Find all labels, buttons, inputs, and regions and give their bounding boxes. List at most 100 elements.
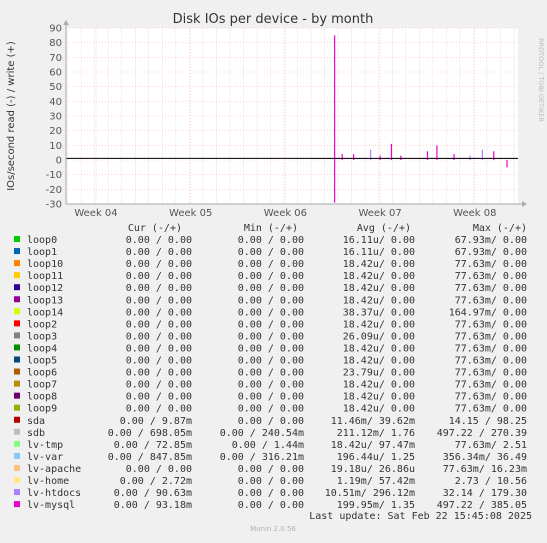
legend-avg: 16.11u/ 0.00	[343, 247, 415, 258]
legend-min: 0.00 / 0.00	[238, 235, 304, 246]
legend-min: 0.00 / 0.00	[238, 283, 304, 294]
legend-name: lv-htdocs	[27, 488, 81, 499]
y-tick-label: 60	[49, 68, 62, 79]
legend-max: 77.63m/ 0.00	[455, 404, 527, 415]
legend-max: 77.63m/ 16.23m	[443, 464, 527, 475]
legend-name: loop12	[27, 283, 63, 294]
legend-swatch	[14, 428, 20, 435]
legend-max: 67.93m/ 0.00	[455, 247, 527, 258]
legend-name: loop5	[27, 356, 57, 367]
legend-min: 0.00 / 0.00	[238, 500, 304, 511]
legend-cur: 0.00 / 0.00	[126, 235, 192, 246]
legend-swatch	[14, 308, 20, 315]
legend-name: loop13	[27, 295, 63, 306]
y-tick-label: 40	[49, 97, 62, 108]
legend-min: 0.00 / 0.00	[238, 488, 304, 499]
y-tick-label: 20	[49, 126, 62, 137]
munin-graph: Disk IOs per device - by month IOs/secon…	[0, 0, 547, 539]
legend-cur: 0.00 / 0.00	[126, 319, 192, 330]
legend-swatch	[14, 320, 20, 327]
legend-max: 77.63m/ 0.00	[455, 392, 527, 403]
header-max: Max (-/+)	[473, 223, 527, 234]
legend-cur: 0.00 / 0.00	[126, 368, 192, 379]
legend-max: 77.63m/ 0.00	[455, 283, 527, 294]
legend-name: lv-tmp	[27, 440, 63, 451]
legend-cur: 0.00 / 0.00	[126, 343, 192, 354]
legend-avg: 18.42u/ 0.00	[343, 356, 415, 367]
y-tick-label: 80	[49, 38, 62, 49]
legend-cur: 0.00 / 0.00	[126, 392, 192, 403]
legend-avg: 18.42u/ 0.00	[343, 271, 415, 282]
legend-avg: 18.42u/ 0.00	[343, 392, 415, 403]
legend-max: 77.63m/ 0.00	[455, 380, 527, 391]
legend-name: loop14	[27, 307, 63, 318]
legend-max: 77.63m/ 0.00	[455, 295, 527, 306]
legend-avg: 18.42u/ 0.00	[343, 404, 415, 415]
legend-min: 0.00 / 0.00	[238, 319, 304, 330]
legend-avg: 211.12m/ 1.76	[337, 428, 415, 439]
legend-max: 77.63m/ 2.51	[455, 440, 527, 451]
legend-swatch	[14, 416, 20, 423]
legend-cur: 0.00 / 0.00	[126, 464, 192, 475]
legend-cur: 0.00 / 90.63m	[114, 488, 192, 499]
legend-avg: 19.18u/ 26.86u	[331, 464, 415, 475]
legend-cur: 0.00 / 698.05m	[108, 428, 192, 439]
legend-name: lv-mysql	[27, 500, 75, 511]
legend-avg: 11.46m/ 39.62m	[331, 416, 415, 427]
legend-name: loop2	[27, 319, 57, 330]
header-cur: Cur (-/+)	[128, 223, 182, 234]
legend-name: loop4	[27, 343, 57, 354]
x-tick-label: Week 06	[264, 208, 307, 219]
legend-swatch	[14, 392, 20, 399]
y-tick-label: 70	[49, 53, 62, 64]
legend-avg: 18.42u/ 0.00	[343, 283, 415, 294]
legend-name: lv-var	[27, 452, 63, 463]
legend-min: 0.00 / 0.00	[238, 247, 304, 258]
legend-swatch	[14, 452, 20, 459]
legend-name: sda	[27, 416, 45, 427]
legend-max: 77.63m/ 0.00	[455, 356, 527, 367]
y-tick-label: 50	[49, 82, 62, 93]
last-update: Last update: Sat Feb 22 15:45:08 2025	[309, 511, 532, 522]
legend-swatch	[14, 296, 20, 303]
y-tick-label: 30	[49, 112, 62, 123]
legend-cur: 0.00 / 0.00	[126, 271, 192, 282]
legend-avg: 18.42u/ 0.00	[343, 380, 415, 391]
legend-name: loop3	[27, 331, 57, 342]
legend-min: 0.00 / 0.00	[238, 271, 304, 282]
legend-min: 0.00 / 0.00	[238, 380, 304, 391]
legend-max: 32.14 / 179.30	[443, 488, 527, 499]
legend-min: 0.00 / 0.00	[238, 416, 304, 427]
legend-max: 77.63m/ 0.00	[455, 259, 527, 270]
legend-max: 164.97m/ 0.00	[449, 307, 527, 318]
legend-cur: 0.00 / 0.00	[126, 307, 192, 318]
legend-min: 0.00 / 1.44m	[232, 440, 304, 451]
legend-swatch	[14, 404, 20, 411]
legend-avg: 18.42u/ 0.00	[343, 295, 415, 306]
legend-swatch	[14, 464, 20, 471]
header-avg: Avg (-/+)	[357, 223, 411, 234]
legend-max: 497.22 / 270.39	[437, 428, 527, 439]
legend-max: 77.63m/ 0.00	[455, 368, 527, 379]
x-tick-label: Week 05	[169, 208, 212, 219]
legend-max: 77.63m/ 0.00	[455, 331, 527, 342]
legend-avg: 199.95m/ 1.35	[337, 500, 415, 511]
x-tick-label: Week 07	[358, 208, 401, 219]
legend-name: loop10	[27, 259, 63, 270]
legend-min: 0.00 / 0.00	[238, 356, 304, 367]
legend-swatch	[14, 236, 20, 242]
y-tick-label: -30	[46, 200, 62, 211]
legend-cur: 0.00 / 2.72m	[120, 476, 192, 487]
legend-max: 77.63m/ 0.00	[455, 343, 527, 354]
legend-avg: 18.42u/ 0.00	[343, 343, 415, 354]
legend-swatch	[14, 248, 20, 255]
legend-avg: 16.11u/ 0.00	[343, 235, 415, 246]
x-tick-label: Week 04	[74, 208, 117, 219]
legend-swatch	[14, 332, 20, 339]
legend-swatch	[14, 380, 20, 387]
legend-min: 0.00 / 0.00	[238, 331, 304, 342]
legend-avg: 196.44u/ 1.25	[337, 452, 415, 463]
x-tick-label: Week 08	[453, 208, 496, 219]
legend-min: 0.00 / 0.00	[238, 343, 304, 354]
legend-name: loop0	[27, 235, 57, 246]
